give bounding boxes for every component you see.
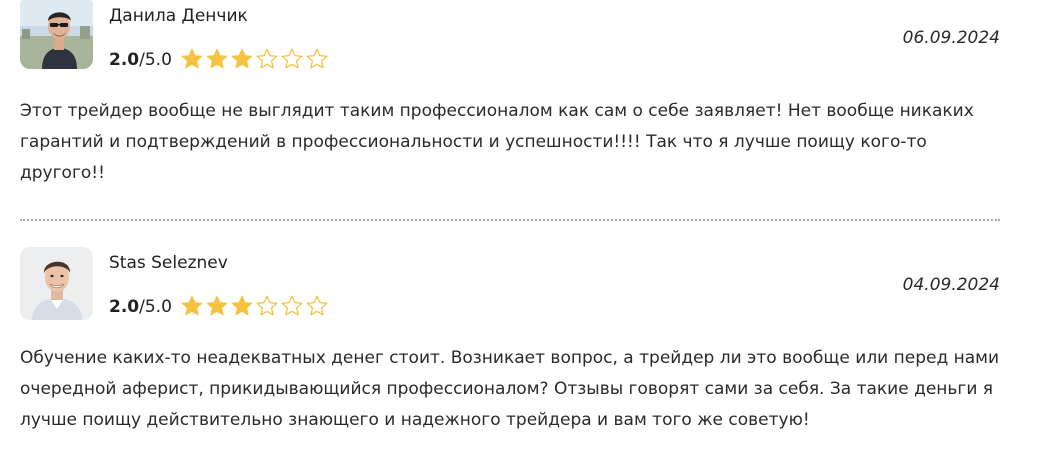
rating-value: 2.0 bbox=[109, 297, 140, 317]
star-outline-icon bbox=[281, 295, 303, 316]
star-filled-icon bbox=[181, 48, 203, 69]
avatar-photo-man-sunglasses bbox=[20, 0, 93, 69]
avatar bbox=[20, 0, 93, 69]
review-author-name: Stas Seleznev bbox=[109, 253, 228, 273]
star-outline-icon bbox=[306, 48, 328, 69]
star-filled-icon bbox=[206, 295, 228, 316]
star-filled-icon bbox=[181, 295, 203, 316]
star-outline-icon bbox=[306, 295, 328, 316]
rating-stars bbox=[180, 47, 329, 71]
review-rating: 2.0/5.0 bbox=[109, 296, 172, 318]
avatar-photo-man-smiling bbox=[20, 247, 93, 320]
rating-max: /5.0 bbox=[139, 297, 172, 317]
star-outline-icon bbox=[256, 295, 278, 316]
rating-max: /5.0 bbox=[139, 50, 172, 70]
review-author-name: Данила Денчик bbox=[109, 6, 248, 26]
avatar bbox=[20, 247, 93, 320]
reviews-list: Данила Денчик 2.0/5.0 06.09.2024 Этот тр… bbox=[0, 0, 1038, 464]
review-text: Этот трейдер вообще не выглядит таким пр… bbox=[20, 101, 974, 183]
rating-value: 2.0 bbox=[109, 50, 140, 70]
star-filled-icon bbox=[231, 295, 253, 316]
star-filled-icon bbox=[231, 48, 253, 69]
review-date: 04.09.2024 bbox=[902, 275, 1000, 295]
review-divider bbox=[20, 219, 1000, 221]
star-outline-icon bbox=[281, 48, 303, 69]
star-outline-icon bbox=[256, 48, 278, 69]
review-date: 06.09.2024 bbox=[902, 28, 1000, 48]
star-filled-icon bbox=[206, 48, 228, 69]
review-rating: 2.0/5.0 bbox=[109, 49, 172, 71]
review-text: Обучение каких-то неадекватных денег сто… bbox=[20, 348, 1000, 430]
rating-stars bbox=[180, 294, 329, 318]
